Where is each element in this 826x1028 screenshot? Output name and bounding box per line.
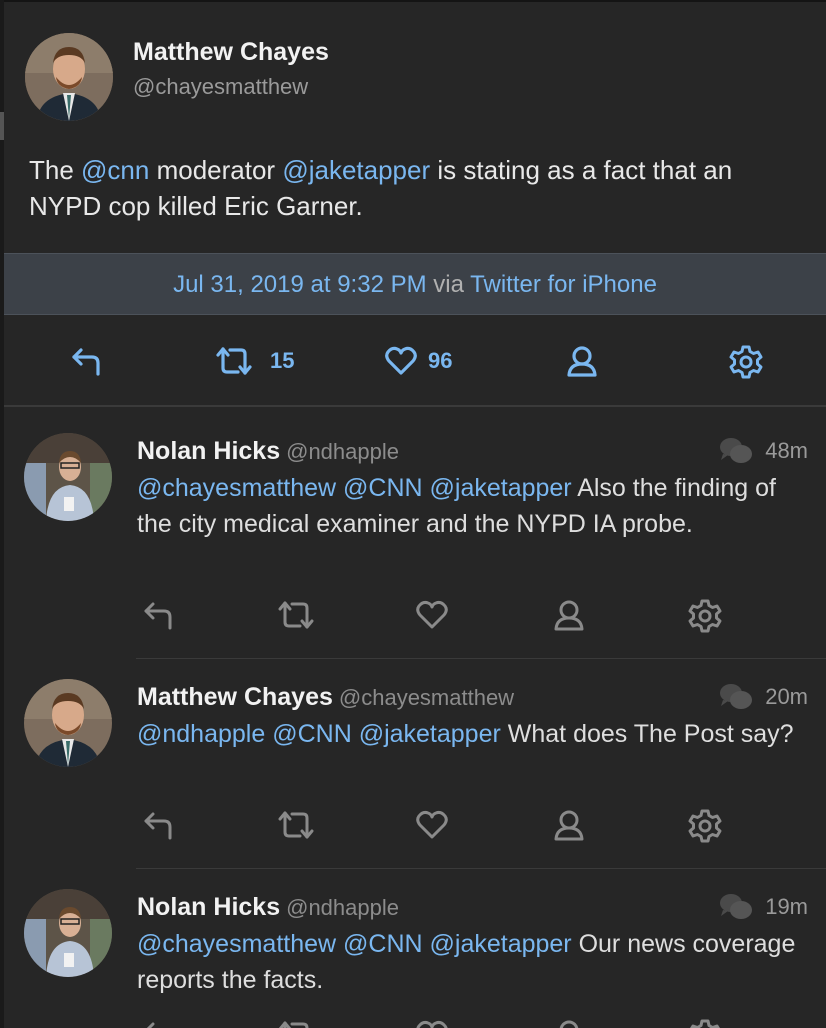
avatar[interactable] [24, 433, 112, 521]
avatar[interactable] [24, 889, 112, 977]
conversation-icon[interactable] [719, 682, 753, 712]
reply-meta: 19m [719, 892, 808, 922]
profile-button[interactable] [552, 598, 586, 637]
reply-icon [144, 602, 172, 630]
conversation-icon[interactable] [719, 892, 753, 922]
reply-text: @ndhapple @CNN @jaketapper What does The… [137, 716, 797, 752]
profile-button[interactable] [552, 808, 586, 847]
like-button[interactable] [415, 1018, 449, 1028]
retweet-icon [278, 601, 314, 629]
profile-icon [554, 810, 584, 841]
tweet-text-middle: moderator [149, 155, 283, 185]
mention-link[interactable]: @cnn [81, 155, 149, 185]
reply-button[interactable] [142, 1018, 176, 1028]
reply-text: @chayesmatthew @CNN @jaketapper Our news… [137, 926, 797, 998]
reply-author-handle[interactable]: @ndhapple [286, 895, 399, 920]
like-icon [416, 810, 448, 839]
retweet-icon [216, 347, 252, 375]
like-button[interactable]: 96 [384, 344, 452, 378]
tweet-text-prefix: The [29, 155, 82, 185]
tweet-info-bar: Jul 31, 2019 at 9:32 PM via Twitter for … [4, 253, 826, 315]
mention-links[interactable]: @chayesmatthew @CNN @jaketapper [137, 474, 572, 502]
reply-icon [72, 348, 100, 376]
avatar[interactable] [25, 33, 113, 121]
reply-text: @chayesmatthew @CNN @jaketapper Also the… [137, 470, 797, 542]
tweet-text: The @cnn moderator @jaketapper is statin… [29, 152, 789, 224]
reply-meta: 48m [719, 436, 808, 466]
retweet-icon [278, 1021, 309, 1028]
settings-gear-icon [690, 1019, 720, 1028]
mention-links[interactable]: @chayesmatthew @CNN @jaketapper [137, 930, 572, 958]
like-icon [416, 600, 448, 629]
window-top-edge [0, 0, 826, 2]
reply-button[interactable] [70, 344, 104, 378]
like-button[interactable] [415, 598, 449, 637]
reply-tweet[interactable]: Nolan Hicks @ndhapple 48m @chayesmatthew … [4, 410, 826, 660]
profile-button[interactable] [552, 1018, 586, 1028]
settings-gear-icon [688, 599, 722, 633]
reply-icon [144, 812, 172, 840]
mention-links[interactable]: @ndhapple @CNN @jaketapper [137, 720, 501, 748]
reply-actions [4, 808, 826, 848]
author-handle[interactable]: @chayesmatthew [133, 74, 308, 100]
settings-button[interactable] [687, 1018, 723, 1028]
reply-author-handle[interactable]: @ndhapple [286, 439, 399, 464]
like-icon [416, 1020, 448, 1028]
reply-tweet[interactable]: Matthew Chayes @chayesmatthew 20m @ndhapp… [4, 660, 826, 870]
reply-age: 19m [765, 894, 808, 919]
mention-link[interactable]: @jaketapper [282, 155, 430, 185]
reply-divider [136, 658, 826, 659]
reply-button[interactable] [142, 598, 176, 637]
reply-author-name[interactable]: Nolan Hicks [137, 893, 280, 921]
reply-header: Matthew Chayes @chayesmatthew [137, 683, 514, 712]
reply-actions [4, 598, 826, 638]
like-icon [385, 346, 417, 375]
settings-button[interactable] [687, 808, 723, 849]
profile-icon [559, 1020, 579, 1028]
reply-author-name[interactable]: Nolan Hicks [137, 437, 280, 465]
settings-button[interactable] [687, 598, 723, 639]
retweet-button[interactable] [276, 1018, 316, 1028]
reply-header: Nolan Hicks @ndhapple [137, 437, 399, 466]
reply-actions [4, 1018, 826, 1028]
reply-body: What does The Post say? [500, 720, 794, 748]
retweet-button[interactable] [276, 598, 316, 637]
settings-button[interactable] [728, 344, 764, 380]
reply-age: 48m [765, 438, 808, 463]
settings-gear-icon [729, 345, 763, 379]
retweet-icon [278, 811, 314, 839]
retweet-button[interactable]: 15 [214, 344, 294, 378]
like-count: 96 [428, 348, 453, 373]
reply-author-name[interactable]: Matthew Chayes [137, 683, 333, 711]
section-divider [4, 405, 826, 407]
window-left-notch [0, 112, 4, 140]
reply-icon [146, 1022, 155, 1028]
profile-icon [567, 346, 597, 377]
like-button[interactable] [415, 808, 449, 847]
retweet-button[interactable] [276, 808, 316, 847]
retweet-count: 15 [270, 348, 295, 373]
author-name[interactable]: Matthew Chayes [133, 38, 329, 67]
reply-age: 20m [765, 684, 808, 709]
reply-divider [136, 868, 826, 869]
reply-author-handle[interactable]: @chayesmatthew [339, 685, 514, 710]
reply-button[interactable] [142, 808, 176, 847]
conversation-icon[interactable] [719, 436, 753, 466]
main-tweet-actions: 15 96 [4, 330, 826, 394]
avatar[interactable] [24, 679, 112, 767]
client-link[interactable]: Twitter for iPhone [470, 271, 657, 298]
profile-button[interactable] [565, 344, 599, 378]
via-label: via [433, 271, 464, 298]
settings-gear-icon [688, 809, 722, 843]
reply-meta: 20m [719, 682, 808, 712]
profile-icon [554, 600, 584, 631]
reply-tweet[interactable]: Nolan Hicks @ndhapple 19m @chayesmatthew … [4, 870, 826, 1028]
tweet-date-link[interactable]: Jul 31, 2019 at 9:32 PM [173, 271, 427, 298]
reply-header: Nolan Hicks @ndhapple [137, 893, 399, 922]
